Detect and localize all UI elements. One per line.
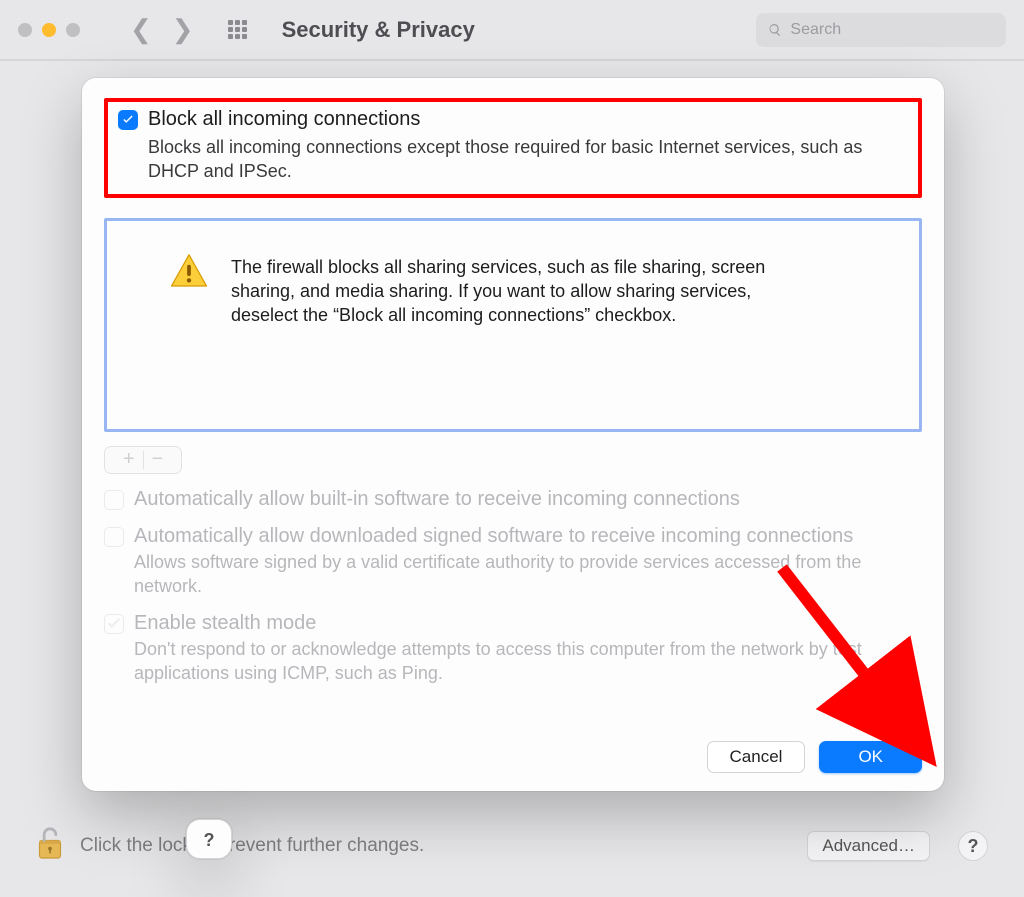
auto-signed-label: Automatically allow downloaded signed so… xyxy=(134,525,853,548)
auto-signed-checkbox xyxy=(104,527,124,547)
remove-app-button[interactable]: − xyxy=(152,448,164,471)
auto-builtin-label: Automatically allow built-in software to… xyxy=(134,488,740,511)
stealth-desc: Don't respond to or acknowledge attempts… xyxy=(134,637,922,686)
lock-row: Click the lock to prevent further change… xyxy=(0,823,1024,869)
block-all-desc: Blocks all incoming connections except t… xyxy=(148,135,908,184)
stealth-checkbox xyxy=(104,614,124,634)
search-field[interactable] xyxy=(756,13,1006,47)
block-all-checkbox[interactable] xyxy=(118,110,138,130)
stealth-label: Enable stealth mode xyxy=(134,612,316,635)
sheet-help-button[interactable]: ? xyxy=(186,819,232,859)
firewall-options-sheet: Block all incoming connections Blocks al… xyxy=(82,78,944,791)
search-icon xyxy=(768,22,782,38)
warning-icon xyxy=(169,251,209,429)
annotation-highlight-red: Block all incoming connections Blocks al… xyxy=(104,98,922,198)
warning-text: The firewall blocks all sharing services… xyxy=(231,255,811,429)
auto-signed-row: Automatically allow downloaded signed so… xyxy=(104,525,922,599)
search-input[interactable] xyxy=(790,21,994,39)
window-controls xyxy=(18,23,80,37)
cancel-button[interactable]: Cancel xyxy=(707,741,806,773)
firewall-app-list: The firewall blocks all sharing services… xyxy=(104,218,922,432)
page-title: Security & Privacy xyxy=(282,17,475,43)
block-all-row[interactable]: Block all incoming connections xyxy=(118,108,908,131)
help-button[interactable]: ? xyxy=(958,831,988,861)
segment-divider xyxy=(143,451,144,469)
forward-icon[interactable]: ❯ xyxy=(172,14,194,45)
stealth-row: Enable stealth mode Don't respond to or … xyxy=(104,612,922,686)
zoom-window-dot[interactable] xyxy=(66,23,80,37)
add-app-button[interactable]: + xyxy=(123,448,135,471)
lock-open-icon[interactable] xyxy=(36,826,64,867)
show-all-icon[interactable] xyxy=(228,20,248,40)
add-remove-segment: + − xyxy=(104,446,182,474)
minimize-window-dot[interactable] xyxy=(42,23,56,37)
block-all-label: Block all incoming connections xyxy=(148,108,420,131)
auto-builtin-checkbox xyxy=(104,490,124,510)
back-icon[interactable]: ❮ xyxy=(130,14,152,45)
auto-builtin-row: Automatically allow built-in software to… xyxy=(104,488,922,511)
lock-text: Click the lock to prevent further change… xyxy=(80,835,424,857)
nav-arrows: ❮ ❯ xyxy=(130,14,194,45)
auto-signed-desc: Allows software signed by a valid certif… xyxy=(134,550,922,599)
toolbar: ❮ ❯ Security & Privacy xyxy=(0,0,1024,60)
advanced-button[interactable]: Advanced… xyxy=(807,831,930,861)
close-window-dot[interactable] xyxy=(18,23,32,37)
ok-button[interactable]: OK xyxy=(819,741,922,773)
sheet-footer: ? Cancel OK xyxy=(104,741,922,773)
